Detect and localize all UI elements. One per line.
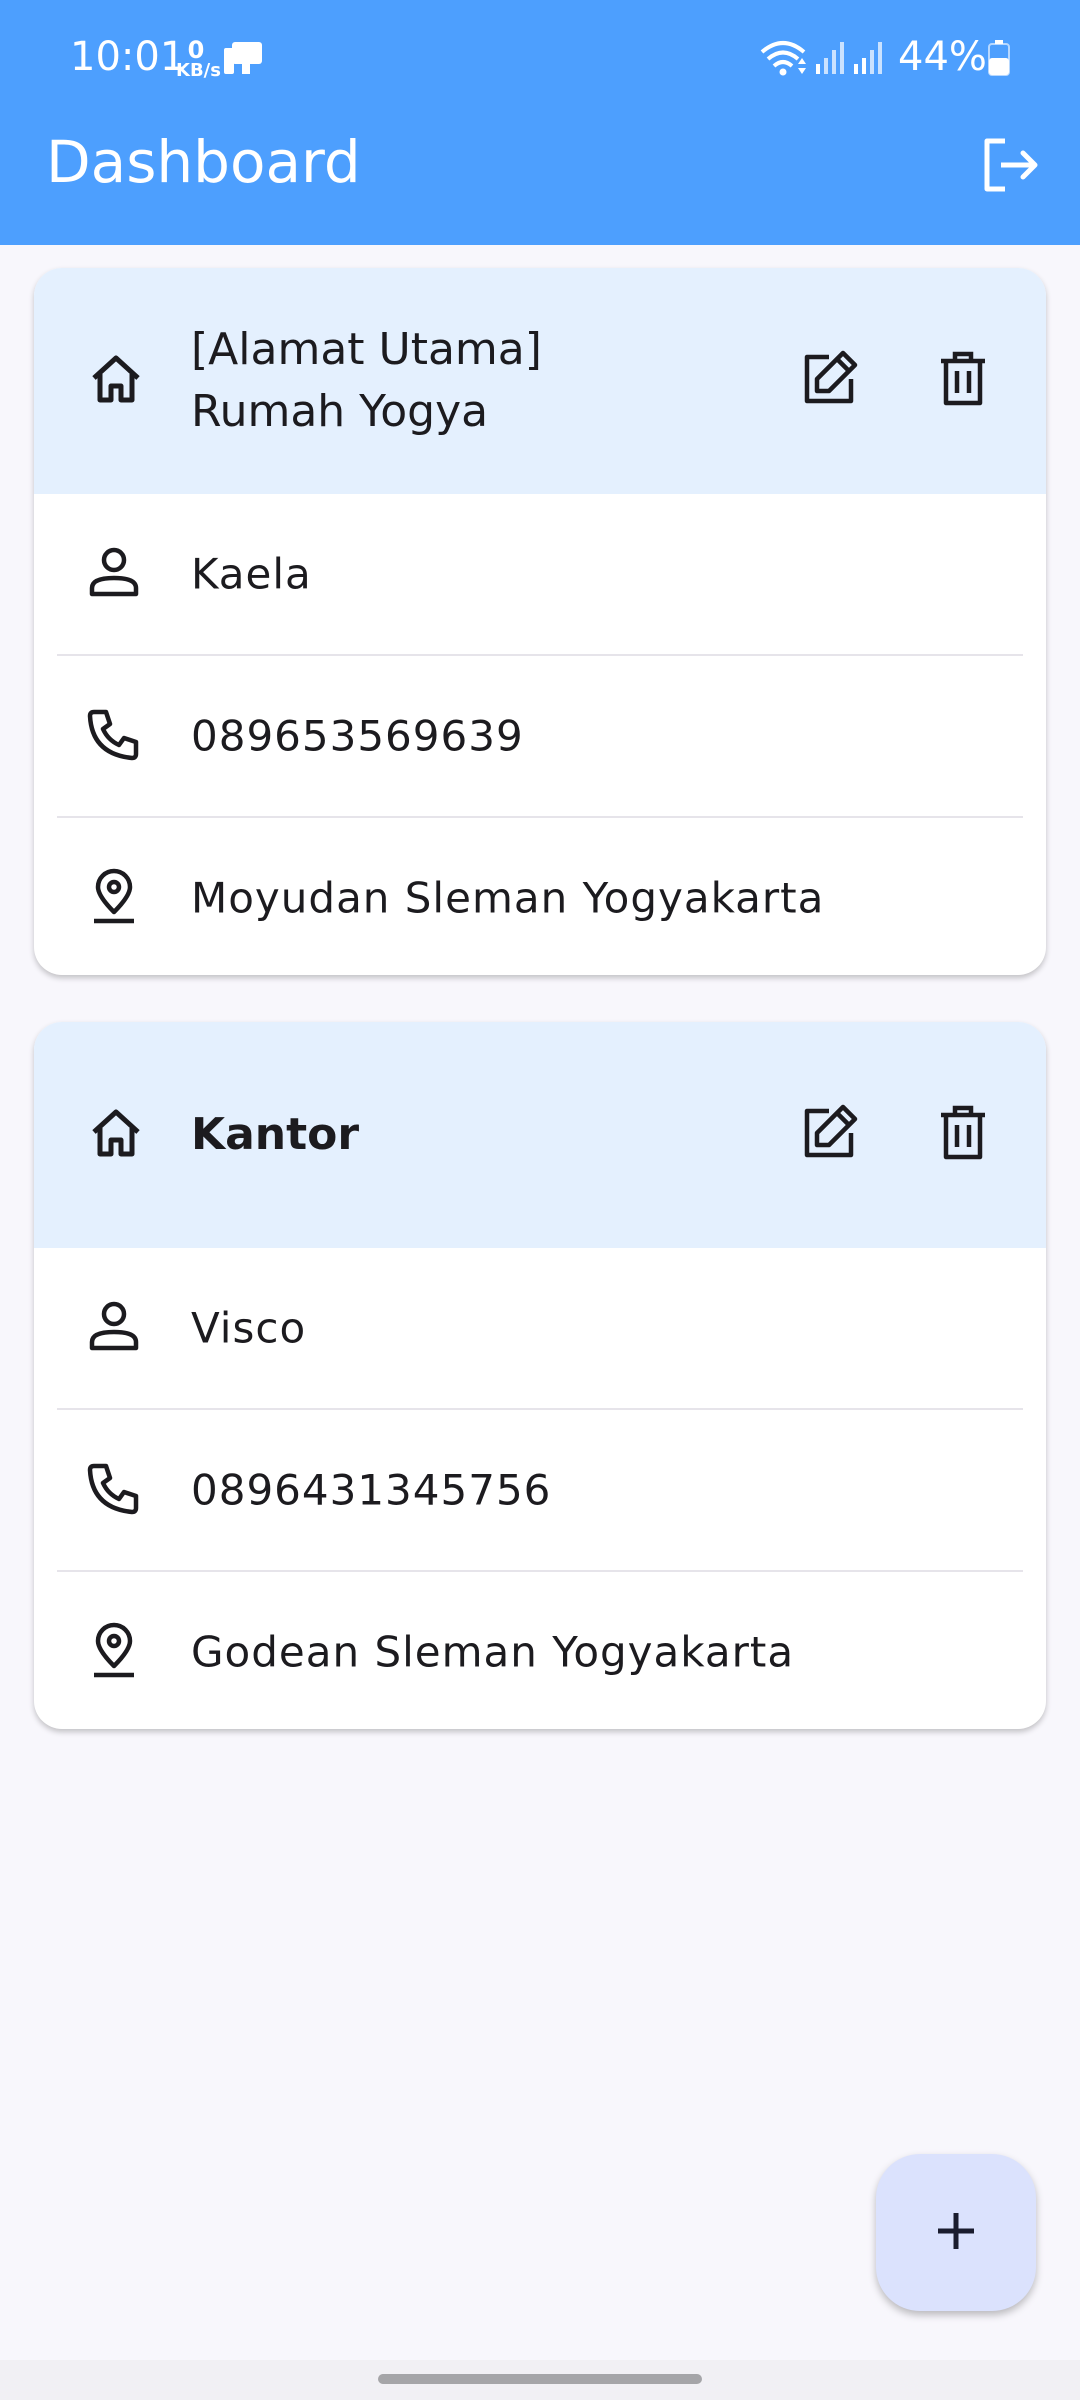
logout-button[interactable] xyxy=(974,130,1048,204)
person-icon xyxy=(84,1296,144,1360)
status-time: 10:01 xyxy=(70,34,186,80)
address-text: Godean Sleman Yogyakarta xyxy=(191,1627,795,1677)
phone-row: 0896431345756 xyxy=(34,1410,1046,1570)
address-text: Moyudan Sleman Yogyakarta xyxy=(191,873,825,923)
signal-icon xyxy=(814,40,846,78)
address-row: Moyudan Sleman Yogyakarta xyxy=(34,818,1046,975)
person-icon xyxy=(84,542,144,606)
address-title: [Alamat Utama] Rumah Yogya xyxy=(191,319,751,443)
delete-button[interactable] xyxy=(918,1090,1008,1180)
address-title-line1: Kantor xyxy=(191,1109,360,1160)
signal-icon xyxy=(852,40,884,78)
location-pin-icon xyxy=(84,866,144,930)
address-title-line1: [Alamat Utama] xyxy=(191,324,542,375)
address-card-header: Kantor xyxy=(34,1022,1046,1248)
delete-icon xyxy=(937,1103,989,1167)
add-address-button[interactable] xyxy=(876,2154,1036,2311)
wifi-icon xyxy=(758,40,808,80)
edit-button[interactable] xyxy=(784,336,874,426)
battery-icon xyxy=(988,40,1010,80)
address-title-line2: Rumah Yogya xyxy=(191,386,489,437)
status-bar: 10:01 0 KB/s 44% xyxy=(0,0,1080,120)
home-icon xyxy=(84,1100,148,1168)
page-title: Dashboard xyxy=(46,128,361,196)
delete-icon xyxy=(937,349,989,413)
usb-debug-icon xyxy=(222,40,266,84)
recipient-name-row: Visco xyxy=(34,1248,1046,1408)
battery-percent: 44% xyxy=(898,34,987,80)
net-speed-value: 0 xyxy=(187,36,205,64)
net-speed-indicator: 0 KB/s xyxy=(176,36,221,80)
edit-icon xyxy=(799,349,859,413)
edit-icon xyxy=(799,1103,859,1167)
recipient-name: Kaela xyxy=(191,549,312,599)
edit-button[interactable] xyxy=(784,1090,874,1180)
phone-number: 0896431345756 xyxy=(191,1465,552,1515)
phone-row: 089653569639 xyxy=(34,656,1046,816)
net-speed-unit: KB/s xyxy=(176,60,221,81)
address-card: [Alamat Utama] Rumah Yogya Kaela 0896535… xyxy=(34,268,1046,975)
address-title: Kantor xyxy=(191,1104,751,1166)
location-pin-icon xyxy=(84,1620,144,1684)
address-row: Godean Sleman Yogyakarta xyxy=(34,1572,1046,1729)
recipient-name: Visco xyxy=(191,1303,307,1353)
phone-number: 089653569639 xyxy=(191,711,524,761)
recipient-name-row: Kaela xyxy=(34,494,1046,654)
app-bar: 10:01 0 KB/s 44% Dashboard xyxy=(0,0,1080,245)
logout-icon xyxy=(981,137,1041,197)
home-icon xyxy=(84,346,148,414)
add-icon xyxy=(934,2209,978,2257)
address-card: Kantor Visco 0896431345756 Godean Sleman… xyxy=(34,1022,1046,1729)
phone-icon xyxy=(84,1458,144,1522)
delete-button[interactable] xyxy=(918,336,1008,426)
phone-icon xyxy=(84,704,144,768)
home-indicator[interactable] xyxy=(378,2374,702,2384)
address-card-header: [Alamat Utama] Rumah Yogya xyxy=(34,268,1046,494)
